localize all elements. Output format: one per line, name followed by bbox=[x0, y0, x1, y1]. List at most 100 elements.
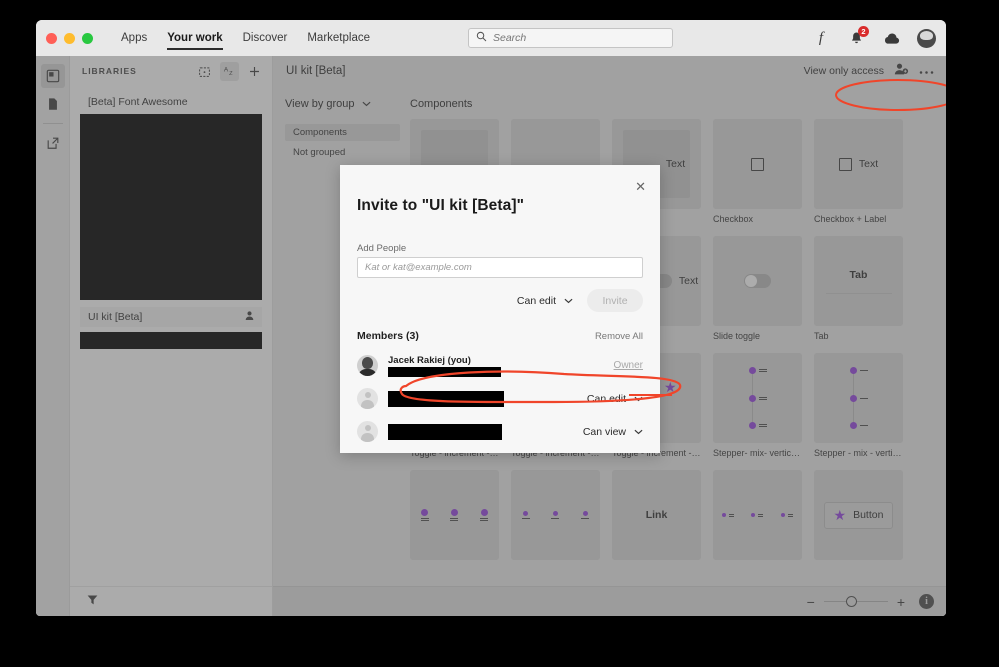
permission-dropdown[interactable]: Can edit bbox=[517, 295, 573, 307]
minimize-window-button[interactable] bbox=[64, 33, 75, 44]
stepper-dot-icon bbox=[421, 509, 428, 516]
invite-button[interactable]: Invite bbox=[587, 289, 643, 312]
sort-alphabetical-icon[interactable]: AZ bbox=[220, 62, 239, 81]
modal-title: Invite to "UI kit [Beta]" bbox=[357, 197, 524, 215]
stepper-lines bbox=[450, 518, 458, 521]
component-cell[interactable]: Stepper- mix- vertical... bbox=[713, 353, 802, 458]
component-preview[interactable] bbox=[713, 119, 802, 209]
stepper-node bbox=[751, 513, 763, 517]
stepper-lines bbox=[759, 369, 767, 372]
bottom-bar: − + i bbox=[273, 586, 946, 616]
star-icon: ★ bbox=[664, 379, 677, 396]
stepper-lines bbox=[421, 518, 429, 521]
component-preview[interactable]: Text bbox=[814, 119, 903, 209]
component-preview[interactable]: Link bbox=[612, 470, 701, 560]
stepper-dot-icon bbox=[751, 513, 755, 517]
component-preview[interactable]: Tab bbox=[814, 236, 903, 326]
search-input[interactable]: Search bbox=[468, 28, 673, 48]
rail-share-icon[interactable] bbox=[41, 131, 65, 155]
close-window-button[interactable] bbox=[46, 33, 57, 44]
member-role-owner[interactable]: Owner bbox=[614, 360, 643, 371]
function-icon[interactable]: f bbox=[812, 29, 830, 47]
component-cell[interactable] bbox=[410, 470, 499, 565]
nav-item-marketplace[interactable]: Marketplace bbox=[307, 20, 370, 56]
nav-item-apps[interactable]: Apps bbox=[121, 20, 147, 56]
component-preview[interactable]: ★ Button bbox=[814, 470, 903, 560]
invite-email-input[interactable] bbox=[357, 257, 643, 278]
component-cell[interactable]: Checkbox bbox=[713, 119, 802, 224]
titlebar-actions: f 2 bbox=[812, 20, 936, 56]
component-preview-text: Text bbox=[859, 158, 878, 170]
more-options-icon[interactable] bbox=[919, 62, 934, 80]
filter-icon[interactable] bbox=[86, 593, 99, 611]
component-cell[interactable]: Stepper - mix - vertic... bbox=[814, 353, 903, 458]
add-library-icon[interactable] bbox=[245, 62, 264, 81]
component-label: Slide toggle bbox=[713, 331, 802, 341]
rail-documents-icon[interactable] bbox=[41, 92, 65, 116]
component-preview[interactable] bbox=[713, 236, 802, 326]
stepper-node bbox=[480, 509, 488, 521]
invite-people-icon[interactable] bbox=[894, 62, 909, 81]
libraries-footer bbox=[70, 586, 272, 616]
remove-all-button[interactable]: Remove All bbox=[595, 331, 643, 342]
tab-preview: Tab bbox=[814, 269, 903, 294]
component-preview[interactable] bbox=[410, 470, 499, 560]
library-row-ui-kit[interactable]: UI kit [Beta] bbox=[80, 307, 262, 327]
checkbox-with-label: Text bbox=[839, 158, 878, 171]
component-preview[interactable] bbox=[713, 470, 802, 560]
slide-toggle-icon bbox=[744, 274, 771, 288]
user-avatar[interactable] bbox=[917, 29, 936, 48]
zoom-out-button[interactable]: − bbox=[807, 595, 815, 609]
zoom-in-button[interactable]: + bbox=[897, 595, 905, 609]
component-preview-text: Text bbox=[666, 158, 685, 170]
libraries-title: LIBRARIES bbox=[82, 66, 189, 76]
nav-item-your-work[interactable]: Your work bbox=[167, 20, 222, 56]
stepper-dot-icon bbox=[749, 422, 756, 429]
rail-libraries-icon[interactable] bbox=[41, 64, 65, 88]
stepper-dot-icon bbox=[451, 509, 458, 516]
component-cell[interactable]: Tab Tab bbox=[814, 236, 903, 341]
stepper-lines bbox=[480, 518, 488, 521]
members-title: Members (3) bbox=[357, 330, 595, 342]
info-icon[interactable]: i bbox=[919, 594, 934, 609]
zoom-slider-track[interactable] bbox=[824, 601, 888, 603]
component-cell[interactable]: Slide toggle bbox=[713, 236, 802, 341]
component-cell[interactable] bbox=[713, 470, 802, 565]
notification-badge: 2 bbox=[858, 26, 869, 37]
permission-value: Can edit bbox=[517, 295, 556, 307]
members-list: Jacek Rakiej (you) Owner Can edit bbox=[357, 349, 643, 448]
component-cell[interactable]: Link bbox=[612, 470, 701, 565]
tab-underline bbox=[826, 293, 892, 294]
stepper-dot-icon bbox=[583, 511, 588, 516]
zoom-slider-handle[interactable] bbox=[846, 596, 857, 607]
title-bar: Apps Your work Discover Marketplace Sear… bbox=[36, 20, 946, 56]
close-icon[interactable]: ✕ bbox=[635, 180, 646, 193]
chevron-down-icon bbox=[634, 426, 643, 438]
maximize-window-button[interactable] bbox=[82, 33, 93, 44]
stepper-lines bbox=[581, 518, 589, 519]
chevron-down-icon bbox=[634, 393, 643, 405]
nav-item-discover[interactable]: Discover bbox=[243, 20, 288, 56]
member-permission-dropdown[interactable]: Can edit bbox=[587, 393, 643, 405]
component-cell[interactable]: ★ Button bbox=[814, 470, 903, 565]
window-controls bbox=[36, 33, 93, 44]
component-preview[interactable] bbox=[814, 353, 903, 443]
component-preview[interactable] bbox=[713, 353, 802, 443]
stepper-horizontal-preview bbox=[713, 513, 802, 517]
member-permission-dropdown[interactable]: Can view bbox=[583, 426, 643, 438]
component-preview[interactable] bbox=[511, 470, 600, 560]
cloud-icon[interactable] bbox=[882, 29, 900, 47]
library-name-font-awesome[interactable]: [Beta] Font Awesome bbox=[80, 92, 262, 114]
component-label: Checkbox bbox=[713, 214, 802, 224]
search-icon bbox=[476, 29, 487, 47]
group-item-not-grouped[interactable]: Not grouped bbox=[285, 144, 400, 161]
component-cell[interactable] bbox=[511, 470, 600, 565]
view-by-group-dropdown[interactable]: View by group bbox=[285, 98, 410, 110]
group-item-components[interactable]: Components bbox=[285, 124, 400, 141]
stepper-node bbox=[421, 509, 429, 521]
notifications-bell-icon[interactable]: 2 bbox=[847, 29, 865, 47]
component-preview-text: Button bbox=[853, 509, 883, 521]
component-cell[interactable]: Text Checkbox + Label bbox=[814, 119, 903, 224]
grid-view-icon[interactable] bbox=[195, 62, 214, 81]
component-preview-text: Link bbox=[646, 509, 668, 521]
